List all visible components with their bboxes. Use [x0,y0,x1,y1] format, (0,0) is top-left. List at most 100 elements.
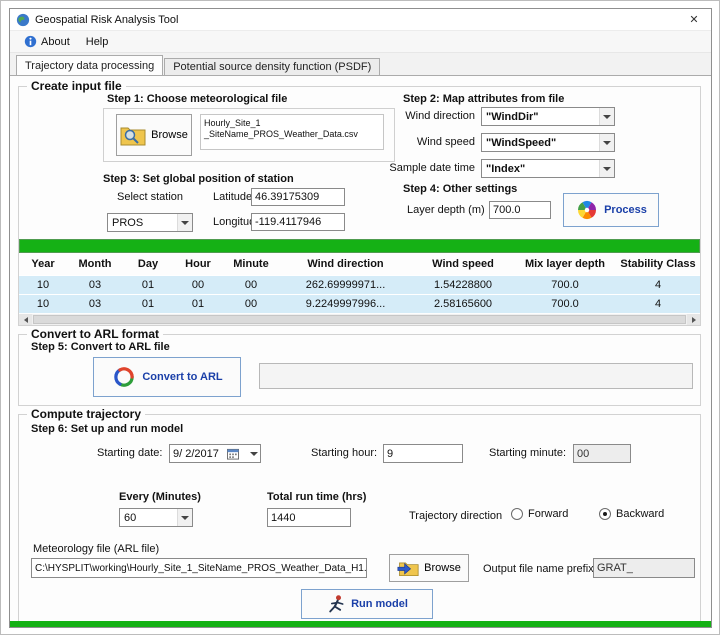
table-header-day[interactable]: Day [123,254,173,275]
wind-speed-combo[interactable]: "WindSpeed" [481,133,615,152]
menu-about-label: About [41,36,70,48]
latitude-input[interactable]: 46.39175309 [251,188,345,206]
step1-box: Browse Hourly_Site_1 _SiteName_PROS_Weat… [103,108,395,162]
total-run-time-input[interactable]: 1440 [267,508,351,527]
table-cell: 00 [223,294,279,313]
browse-arl-button[interactable]: Browse [389,554,469,582]
select-station-combo[interactable]: PROS [107,213,193,232]
app-window: Geospatial Risk Analysis Tool ✕ About He… [9,8,712,628]
table-row[interactable]: 10030101009.2249997996...2.58165600700.0… [19,294,700,313]
scrollbar-thumb[interactable] [33,315,686,324]
met-arl-file-label: Meteorology file (ARL file) [33,543,159,555]
step1-title: Step 1: Choose meteorological file [107,93,287,105]
table-header-year[interactable]: Year [19,254,67,275]
step5-title: Step 5: Convert to ARL file [31,341,170,353]
table-cell: 262.69999971... [279,275,412,294]
menubar: About Help [10,31,711,53]
close-button[interactable]: ✕ [677,9,711,31]
table-row[interactable]: 1003010000262.69999971...1.54228800700.0… [19,275,700,294]
met-file-name-box: Hourly_Site_1 _SiteName_PROS_Weather_Dat… [200,114,384,150]
wind-direction-combo[interactable]: "WindDir" [481,107,615,126]
tab-trajectory-data-processing[interactable]: Trajectory data processing [16,55,163,75]
radio-circle-icon [511,508,523,520]
process-button[interactable]: Process [563,193,659,227]
layer-depth-input[interactable]: 700.0 [489,201,551,219]
info-icon [24,35,37,48]
table-cell: 01 [173,294,223,313]
table-cell: 2.58165600 [412,294,514,313]
table-header-wind-speed[interactable]: Wind speed [412,254,514,275]
runner-icon [326,594,346,614]
tab-label: Trajectory data processing [25,60,154,72]
table-cell: 00 [173,275,223,294]
table-hscrollbar[interactable] [19,314,700,325]
scroll-left-icon[interactable] [19,314,32,325]
weather-table: YearMonthDayHourMinuteWind directionWind… [19,254,700,313]
table-header-wind-direction[interactable]: Wind direction [279,254,412,275]
starting-date-label: Starting date: [97,447,162,459]
output-prefix-input[interactable]: GRAT_ [593,558,695,578]
step3-title: Step 3: Set global position of station [103,173,294,185]
wind-speed-value: "WindSpeed" [486,137,556,149]
group-compute-trajectory: Compute trajectory Step 6: Set up and ru… [18,414,701,624]
screenshot-frame: Geospatial Risk Analysis Tool ✕ About He… [0,0,720,635]
starting-minute-label: Starting minute: [489,447,566,459]
group-create-title: Create input file [27,79,126,93]
table-cell: 10 [19,275,67,294]
table-cell: 9.2249997996... [279,294,412,313]
process-label: Process [604,204,647,216]
step2-title: Step 2: Map attributes from file [403,93,564,105]
table-header-hour[interactable]: Hour [173,254,223,275]
table-cell: 10 [19,294,67,313]
sample-date-time-value: "Index" [486,163,525,175]
calendar-icon [227,448,239,460]
tabstrip: Trajectory data processing Potential sou… [10,55,711,75]
tabpage-trajectory: Create input file Step 1: Choose meteoro… [10,75,711,627]
convert-to-arl-button[interactable]: Convert to ARL [93,357,241,397]
group-convert-arl: Convert to ARL format Step 5: Convert to… [18,334,701,406]
browse-met-file-button[interactable]: Browse [116,114,192,156]
weather-table-head-row: YearMonthDayHourMinuteWind directionWind… [19,254,700,275]
pinwheel-icon [575,198,599,222]
menu-help-label: Help [86,36,109,48]
weather-table-body: 1003010000262.69999971...1.54228800700.0… [19,275,700,313]
table-header-mix-layer-depth[interactable]: Mix layer depth [514,254,616,275]
tab-psdf[interactable]: Potential source density function (PSDF) [164,58,380,75]
folder-search-icon [120,125,146,146]
starting-minute-input[interactable]: 00 [573,444,631,463]
met-arl-file-input[interactable]: C:\HYSPLIT\working\Hourly_Site_1_SiteNam… [31,558,367,578]
latitude-label: Latitude [213,191,252,203]
menu-about[interactable]: About [16,33,78,50]
step6-title: Step 6: Set up and run model [31,423,183,435]
run-model-button[interactable]: Run model [301,589,433,619]
scroll-right-icon[interactable] [687,314,700,325]
table-cell: 01 [123,275,173,294]
table-header-month[interactable]: Month [67,254,123,275]
chevron-down-icon [177,214,192,231]
group-convert-title: Convert to ARL format [27,327,163,341]
sample-date-time-combo[interactable]: "Index" [481,159,615,178]
step4-title: Step 4: Other settings [403,183,517,195]
table-cell: 03 [67,294,123,313]
radio-backward[interactable]: Backward [599,508,664,520]
table-cell: 00 [223,275,279,294]
chevron-down-icon [599,160,614,177]
starting-date-picker[interactable]: 9/ 2/2017 [169,444,261,463]
group-compute-title: Compute trajectory [27,407,145,421]
trajectory-direction-label: Trajectory direction [409,510,502,522]
every-minutes-label: Every (Minutes) [119,491,201,503]
table-header-stability-class[interactable]: Stability Class [616,254,700,275]
table-header-minute[interactable]: Minute [223,254,279,275]
titlebar: Geospatial Risk Analysis Tool ✕ [10,9,711,31]
run-model-label: Run model [351,598,408,610]
table-cell: 700.0 [514,294,616,313]
every-minutes-combo[interactable]: 60 [119,508,193,527]
menu-help[interactable]: Help [78,34,117,50]
longitude-input[interactable]: -119.4117946 [251,213,345,231]
chevron-down-icon [599,134,614,151]
starting-hour-input[interactable]: 9 [383,444,463,463]
radio-forward[interactable]: Forward [511,508,568,520]
total-run-time-label: Total run time (hrs) [267,491,366,503]
table-cell: 4 [616,275,700,294]
select-station-label: Select station [117,191,183,203]
